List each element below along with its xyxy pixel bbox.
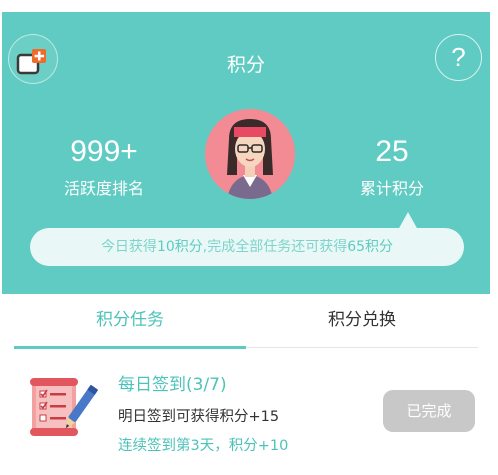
- tip-remaining: 65积分: [347, 239, 394, 255]
- points-label: 累计积分: [359, 179, 424, 198]
- task-description: 明日签到可获得积分+15: [118, 409, 280, 425]
- avatar-illustration: [205, 109, 295, 199]
- rank-stat[interactable]: 999+ 活跃度排名: [44, 135, 164, 199]
- question-icon[interactable]: ?: [435, 34, 482, 81]
- points-value: 25: [375, 135, 409, 168]
- task-title: 每日签到(3/7): [118, 375, 227, 395]
- tip-prefix: 今日获得: [100, 239, 157, 255]
- task-completed-button[interactable]: 已完成: [383, 390, 475, 432]
- rank-label: 活跃度排名: [63, 179, 144, 198]
- tip-middle: ,完成全部任务还可获得: [202, 239, 348, 255]
- tip-earned: 10积分: [156, 239, 203, 255]
- daily-points-tip: 今日获得10积分,完成全部任务还可获得65积分: [30, 228, 464, 266]
- points-stat[interactable]: 25 累计积分: [332, 135, 452, 199]
- page-title: 积分: [226, 54, 265, 76]
- tab-bar: 积分任务 积分兑换: [14, 294, 478, 349]
- task-streak: 连续签到第3天，积分+10: [118, 438, 289, 454]
- checklist-pen-icon: [30, 378, 99, 436]
- tab-points-tasks[interactable]: 积分任务: [14, 294, 246, 349]
- rank-value: 999+: [70, 135, 138, 168]
- user-avatar[interactable]: [205, 109, 295, 199]
- tab-points-exchange[interactable]: 积分兑换: [246, 294, 478, 348]
